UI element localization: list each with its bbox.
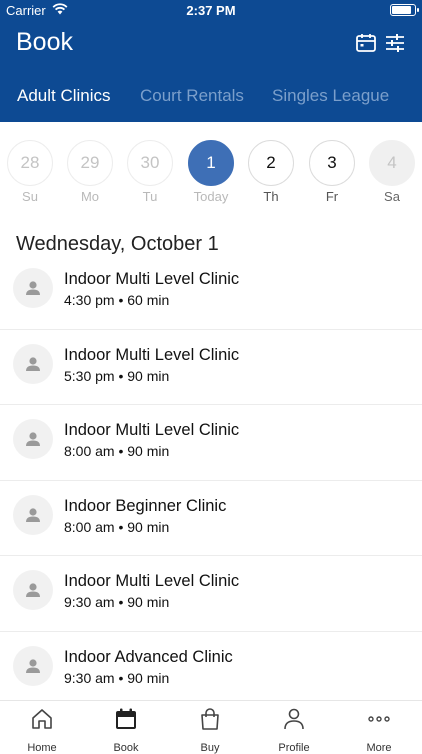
- session-row[interactable]: Indoor Advanced Clinic 9:30 am • 90 min: [0, 632, 422, 701]
- tab-more[interactable]: More: [344, 707, 414, 754]
- person-icon: [13, 570, 53, 610]
- page-title: Book: [16, 28, 73, 56]
- battery-icon: [390, 4, 419, 16]
- session-time: 9:30 am • 90 min: [64, 669, 170, 686]
- tab-adult-clinics[interactable]: Adult Clinics: [17, 86, 111, 106]
- date-weekday: Today: [193, 189, 229, 204]
- session-time: 8:00 am • 90 min: [64, 443, 170, 459]
- more-dots-icon: [368, 716, 390, 722]
- session-row[interactable]: Indoor Multi Level Clinic 9:30 am • 90 m…: [0, 556, 422, 632]
- person-icon: [13, 419, 53, 459]
- tab-label: Home: [27, 742, 57, 754]
- session-time: 4:30 pm • 60 min: [64, 292, 170, 308]
- session-name: Indoor Multi Level Clinic: [64, 421, 240, 439]
- filter-sliders-icon[interactable]: [384, 32, 406, 54]
- date-number: 2: [248, 140, 294, 186]
- tab-label: More: [366, 742, 392, 754]
- session-row[interactable]: Indoor Multi Level Clinic 8:00 am • 90 m…: [0, 405, 422, 481]
- date-number: 1: [188, 140, 234, 186]
- calendar-icon[interactable]: [355, 32, 377, 54]
- tab-profile[interactable]: Profile: [259, 707, 329, 754]
- date-item[interactable]: 29 Mo: [60, 140, 120, 204]
- person-icon: [13, 268, 53, 308]
- bottom-tab-bar: Home Book Buy Profile More: [0, 700, 422, 754]
- person-icon: [13, 343, 53, 384]
- date-item[interactable]: 28 Su: [0, 140, 60, 204]
- session-name: Indoor Beginner Clinic: [64, 496, 227, 515]
- tab-label: Profile: [278, 742, 310, 754]
- calendar-icon: [116, 708, 136, 729]
- person-icon: [284, 708, 304, 730]
- session-time: 5:30 pm • 90 min: [64, 367, 170, 384]
- date-item[interactable]: 2 Th: [241, 140, 301, 204]
- session-row[interactable]: Indoor Beginner Clinic 8:00 am • 90 min: [0, 481, 422, 556]
- category-tabs: Adult Clinics Court Rentals Singles Leag…: [0, 86, 422, 110]
- date-weekday: Sa: [384, 189, 400, 204]
- person-icon: [13, 494, 53, 535]
- session-time: 9:30 am • 90 min: [64, 594, 170, 610]
- tab-buy[interactable]: Buy: [175, 707, 245, 754]
- tab-book[interactable]: Book: [91, 707, 161, 754]
- session-row[interactable]: Indoor Multi Level Clinic 5:30 pm • 90 m…: [0, 330, 422, 405]
- person-icon: [13, 645, 53, 686]
- session-name: Indoor Advanced Clinic: [64, 647, 233, 666]
- date-number: 3: [309, 140, 355, 186]
- tab-label: Buy: [200, 742, 220, 754]
- status-bar: Carrier 2:37 PM: [0, 0, 422, 20]
- status-time: 2:37 PM: [186, 3, 236, 18]
- date-number: 29: [67, 140, 113, 186]
- date-weekday: Th: [263, 189, 279, 204]
- app-header: Carrier 2:37 PM Book Adult Clinics Court…: [0, 0, 422, 122]
- date-strip: 28 Su 29 Mo 30 Tu 1 Today 2 Th 3 Fr 4 Sa: [0, 140, 422, 210]
- session-name: Indoor Multi Level Clinic: [64, 572, 240, 590]
- date-item[interactable]: 4 Sa: [362, 140, 422, 204]
- session-name: Indoor Multi Level Clinic: [64, 345, 240, 364]
- session-time: 8:00 am • 90 min: [64, 518, 170, 535]
- date-weekday: Mo: [80, 189, 100, 204]
- session-row[interactable]: Indoor Multi Level Clinic 4:30 pm • 60 m…: [0, 254, 422, 330]
- tab-home[interactable]: Home: [7, 707, 77, 754]
- date-item-selected[interactable]: 1 Today: [181, 140, 241, 204]
- tab-label: Book: [113, 742, 139, 754]
- home-icon: [32, 709, 52, 729]
- session-name: Indoor Multi Level Clinic: [64, 270, 240, 288]
- session-list: Indoor Multi Level Clinic 4:30 pm • 60 m…: [0, 254, 422, 700]
- date-weekday: Su: [22, 189, 38, 204]
- date-weekday: Tu: [142, 189, 158, 204]
- date-item[interactable]: 30 Tu: [120, 140, 180, 204]
- date-weekday: Fr: [325, 189, 339, 204]
- date-number: 4: [369, 140, 415, 186]
- date-number: 28: [7, 140, 53, 186]
- date-number: 30: [127, 140, 173, 186]
- date-item[interactable]: 3 Fr: [302, 140, 362, 204]
- day-heading: Wednesday, October 1: [16, 233, 219, 255]
- tab-singles-league[interactable]: Singles League: [272, 86, 389, 106]
- shopping-bag-icon: [201, 708, 219, 730]
- tab-court-rentals[interactable]: Court Rentals: [140, 86, 244, 106]
